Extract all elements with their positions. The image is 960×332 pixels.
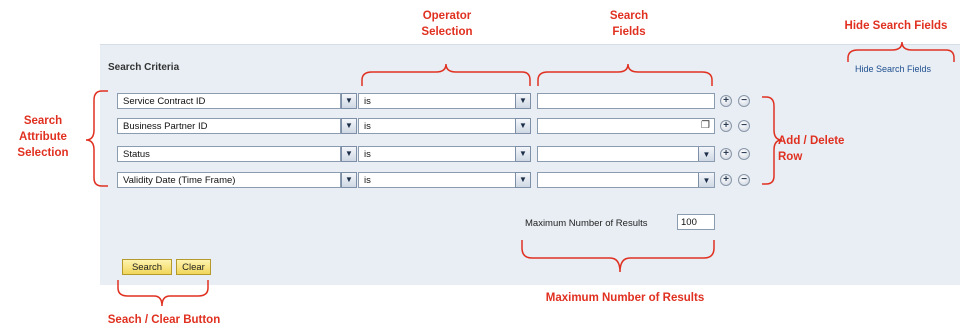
search-attribute-annotation: Search Attribute Selection: [17, 115, 69, 159]
operator-selection-annotation: Operator Selection: [421, 10, 473, 38]
add-delete-row-annotation: Add / Delete Row: [778, 135, 845, 163]
search-fields-annotation: Search Fields: [609, 10, 649, 38]
hide-search-fields-annotation: Hide Search Fields: [844, 20, 948, 32]
operator-bracket: [361, 63, 531, 86]
annotation-brackets: [85, 41, 955, 307]
hide-fields-bracket: [847, 41, 955, 62]
max-results-bracket: [521, 240, 715, 273]
buttons-bracket: [117, 280, 209, 307]
search-fields-bracket: [537, 63, 713, 86]
search-clear-annotation: Seach / Clear Button: [107, 314, 221, 326]
attribute-bracket: [85, 90, 108, 187]
max-results-annotation: Maximum Number of Results: [545, 292, 705, 304]
